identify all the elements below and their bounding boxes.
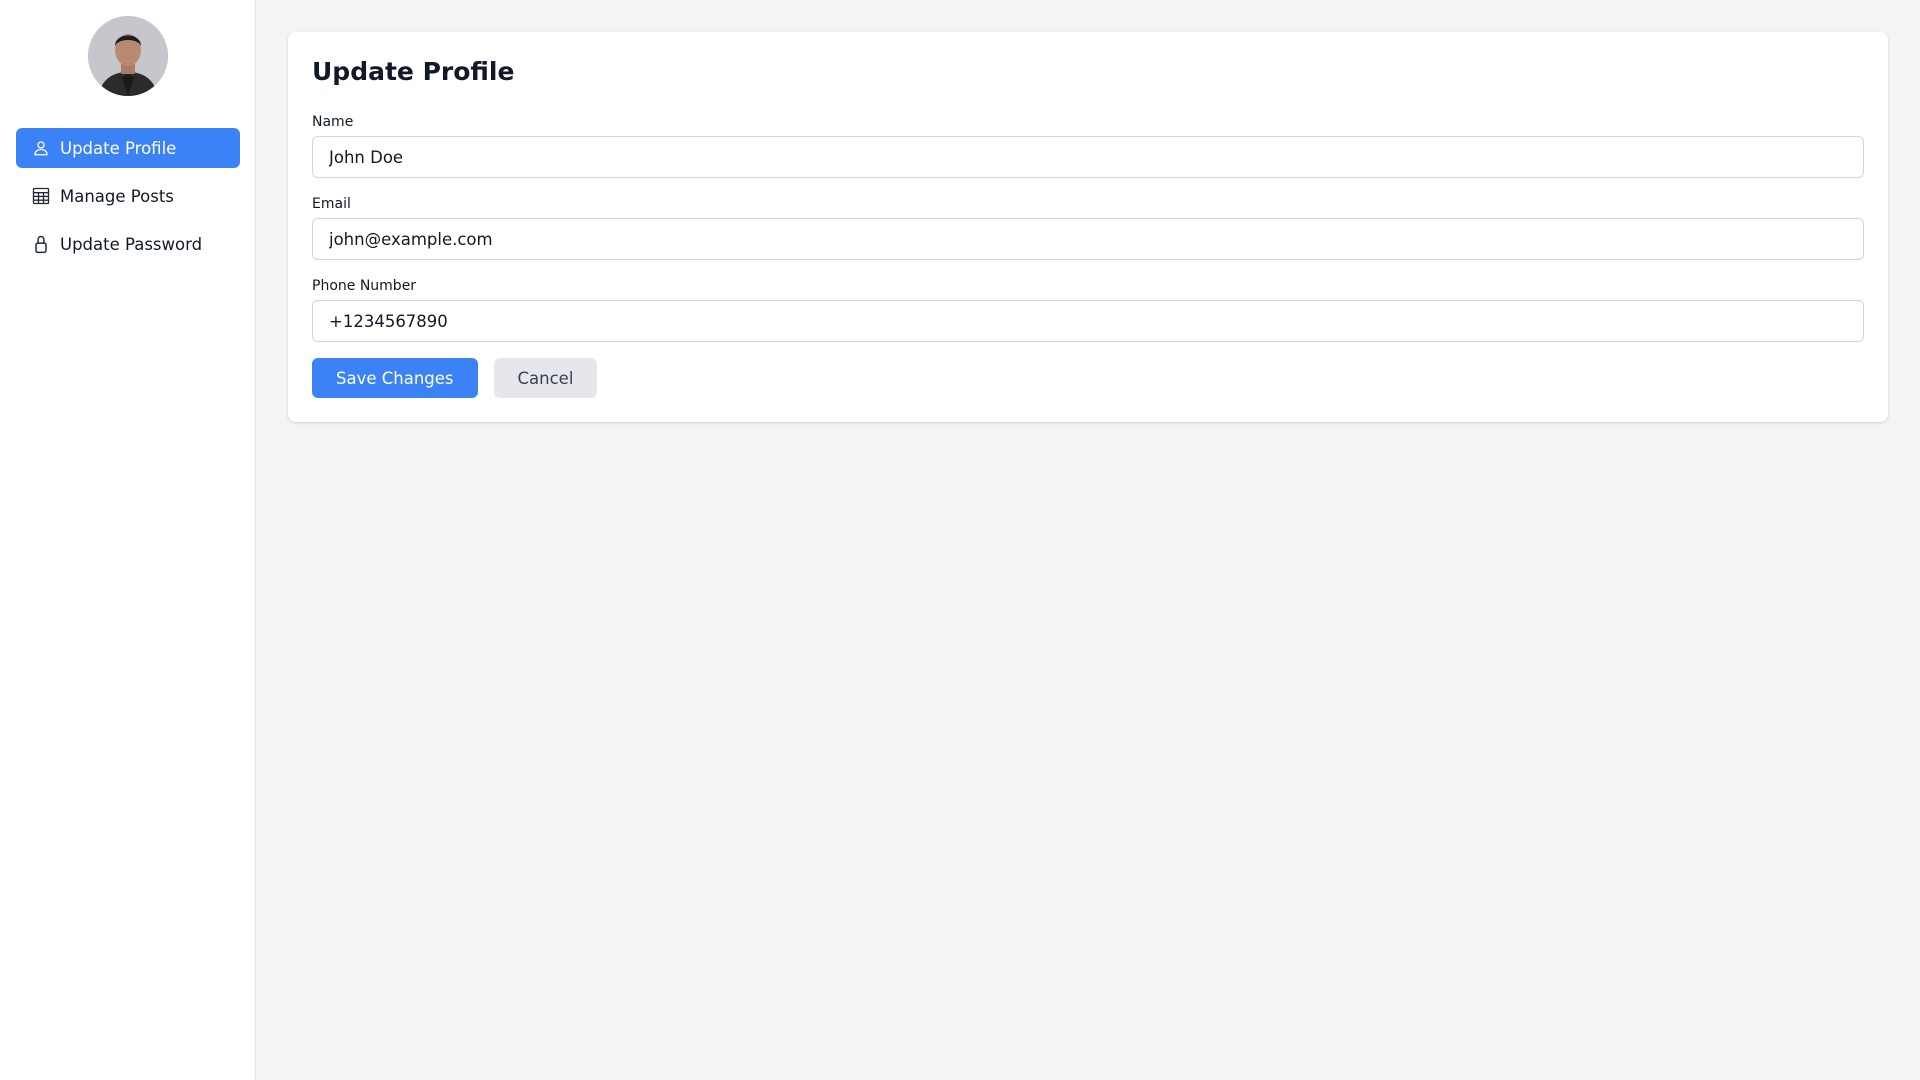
phone-label: Phone Number [312,278,417,294]
cancel-button[interactable]: Cancel [493,358,598,398]
sidebar-item-manage-posts[interactable]: Manage Posts [16,176,240,216]
form-actions: Save Changes Cancel [312,358,1864,398]
avatar-photo-icon [88,16,168,96]
save-changes-button[interactable]: Save Changes [312,358,478,398]
sidebar-item-label: Manage Posts [60,186,174,206]
page-title: Update Profile [312,57,515,86]
name-input[interactable] [312,136,1864,178]
email-label: Email [312,196,351,212]
update-profile-card: Update Profile Name Email Phone Number S… [288,32,1888,422]
app-root: Update Profile Manage Posts Update Passw… [0,0,1920,1080]
sidebar: Update Profile Manage Posts Update Passw… [0,0,256,1080]
table-icon [31,186,51,206]
name-field-group: Name [312,112,1864,178]
email-input[interactable] [312,218,1864,260]
user-icon [31,138,51,158]
sidebar-item-label: Update Password [60,234,203,254]
phone-field-group: Phone Number [312,276,1864,342]
phone-input[interactable] [312,300,1864,342]
sidebar-nav: Update Profile Manage Posts Update Passw… [16,128,240,272]
email-field-group: Email [312,194,1864,260]
sidebar-item-update-password[interactable]: Update Password [16,224,240,264]
avatar[interactable] [88,16,168,96]
lock-icon [31,234,51,254]
sidebar-item-label: Update Profile [60,138,177,158]
name-label: Name [312,114,354,130]
sidebar-item-update-profile[interactable]: Update Profile [16,128,240,168]
